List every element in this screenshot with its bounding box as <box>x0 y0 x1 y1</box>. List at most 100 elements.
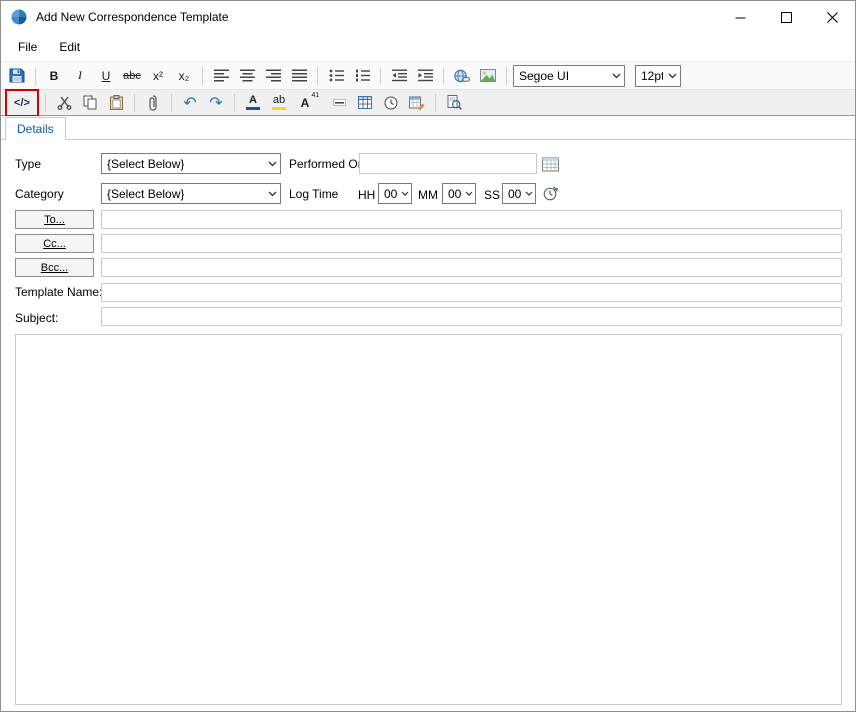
minimize-button[interactable] <box>717 1 763 33</box>
align-left-button[interactable] <box>209 65 233 87</box>
type-select[interactable]: {Select Below} <box>101 153 281 174</box>
to-input[interactable] <box>101 210 842 229</box>
ss-value: 00 <box>508 186 522 201</box>
menu-item-file[interactable]: File <box>7 33 48 61</box>
separator <box>317 66 318 85</box>
copy-icon <box>83 95 97 110</box>
underline-button[interactable]: U <box>94 65 118 87</box>
numbered-list-icon <box>355 69 370 82</box>
cc-button[interactable]: Cc... <box>15 234 94 253</box>
horizontal-rule-button[interactable] <box>327 92 351 114</box>
align-justify-button[interactable] <box>287 65 311 87</box>
subject-input[interactable] <box>101 307 842 326</box>
image-icon <box>480 69 496 82</box>
font-size-select[interactable]: 12pt <box>635 64 681 87</box>
chevron-down-icon <box>612 73 621 79</box>
menu-item-edit[interactable]: Edit <box>48 33 91 61</box>
mm-select[interactable]: 00 <box>442 183 476 204</box>
separator <box>435 93 436 112</box>
bullet-list-button[interactable] <box>324 65 348 87</box>
undo-button[interactable]: ↶ <box>178 92 202 114</box>
preview-icon <box>447 95 462 110</box>
tab-details[interactable]: Details <box>5 117 66 140</box>
source-view-button[interactable]: </> <box>8 92 36 114</box>
insert-date-button[interactable] <box>405 92 429 114</box>
chevron-down-icon <box>525 191 533 197</box>
hyperlink-button[interactable] <box>450 65 474 87</box>
bold-button[interactable]: B <box>42 65 66 87</box>
chevron-down-icon <box>465 191 473 197</box>
chevron-down-icon <box>668 73 677 79</box>
redo-button[interactable]: ↷ <box>204 92 228 114</box>
indent-icon <box>417 69 433 82</box>
category-select[interactable]: {Select Below} <box>101 183 281 204</box>
subscript-button[interactable]: x₂ <box>172 65 196 87</box>
bcc-button[interactable]: Bcc... <box>15 258 94 277</box>
cut-button[interactable] <box>52 92 76 114</box>
save-button[interactable] <box>5 65 29 87</box>
template-name-label: Template Name: <box>15 285 103 299</box>
ss-select[interactable]: 00 <box>502 183 536 204</box>
hh-select[interactable]: 00 <box>378 183 412 204</box>
bcc-input[interactable] <box>101 258 842 277</box>
align-justify-icon <box>291 69 307 82</box>
align-right-button[interactable] <box>261 65 285 87</box>
italic-button[interactable]: I <box>68 65 92 87</box>
align-center-button[interactable] <box>235 65 259 87</box>
special-character-button[interactable]: A 41 <box>293 92 320 114</box>
strikethrough-button[interactable]: abc <box>120 65 144 87</box>
category-label: Category <box>15 187 64 201</box>
insert-time-button[interactable] <box>379 92 403 114</box>
highlight-icon: ab <box>272 95 286 110</box>
highlight-button[interactable]: ab <box>267 92 291 114</box>
font-color-button[interactable]: A <box>241 92 265 114</box>
separator <box>134 93 135 112</box>
template-name-input[interactable] <box>101 283 842 302</box>
hyperlink-globe-icon <box>454 69 470 82</box>
tabstrip: Details <box>1 116 855 140</box>
to-button[interactable]: To... <box>15 210 94 229</box>
edit-toolbar: </> ↶ ↷ A ab A 41 <box>1 88 855 117</box>
hh-value: 00 <box>384 186 398 201</box>
log-time-label: Log Time <box>289 187 339 201</box>
maximize-button[interactable] <box>763 1 809 33</box>
subject-label: Subject: <box>15 311 59 325</box>
attach-button[interactable] <box>141 92 165 114</box>
window-title: Add New Correspondence Template <box>36 10 229 24</box>
align-right-icon <box>265 69 281 82</box>
indent-button[interactable] <box>413 65 437 87</box>
close-button[interactable] <box>809 1 855 33</box>
clock-refresh-icon <box>543 186 558 201</box>
font-size-value: 12pt <box>641 68 663 83</box>
copy-button[interactable] <box>78 92 102 114</box>
maximize-icon <box>780 11 792 23</box>
separator <box>35 66 36 85</box>
outdent-button[interactable] <box>387 65 411 87</box>
paste-button[interactable] <box>104 92 128 114</box>
performed-on-label: Performed On <box>289 157 365 171</box>
annotation-highlight: </> <box>5 88 39 117</box>
insert-image-button[interactable] <box>476 65 500 87</box>
insert-table-button[interactable] <box>353 92 377 114</box>
editor-body[interactable] <box>15 334 842 705</box>
superscript-button[interactable]: x² <box>146 65 170 87</box>
separator <box>234 93 235 112</box>
numbered-list-button[interactable] <box>350 65 374 87</box>
hh-label: HH <box>358 188 376 202</box>
format-toolbar: B I U abc x² x₂ Segoe UI 12pt <box>1 61 855 89</box>
type-select-value: {Select Below} <box>107 156 185 171</box>
chevron-down-icon <box>401 191 409 197</box>
font-name-select[interactable]: Segoe UI <box>513 64 625 87</box>
paste-icon <box>109 95 123 110</box>
print-preview-button[interactable] <box>442 92 466 114</box>
separator <box>202 66 203 85</box>
performed-on-input[interactable] <box>359 153 537 174</box>
current-time-button[interactable] <box>542 184 560 202</box>
performed-on-calendar-button[interactable] <box>541 154 560 173</box>
cc-input[interactable] <box>101 234 842 253</box>
scissors-icon <box>57 96 71 110</box>
menubar: File Edit <box>1 33 855 61</box>
calendar-icon <box>542 157 559 171</box>
separator <box>171 93 172 112</box>
separator <box>443 66 444 85</box>
